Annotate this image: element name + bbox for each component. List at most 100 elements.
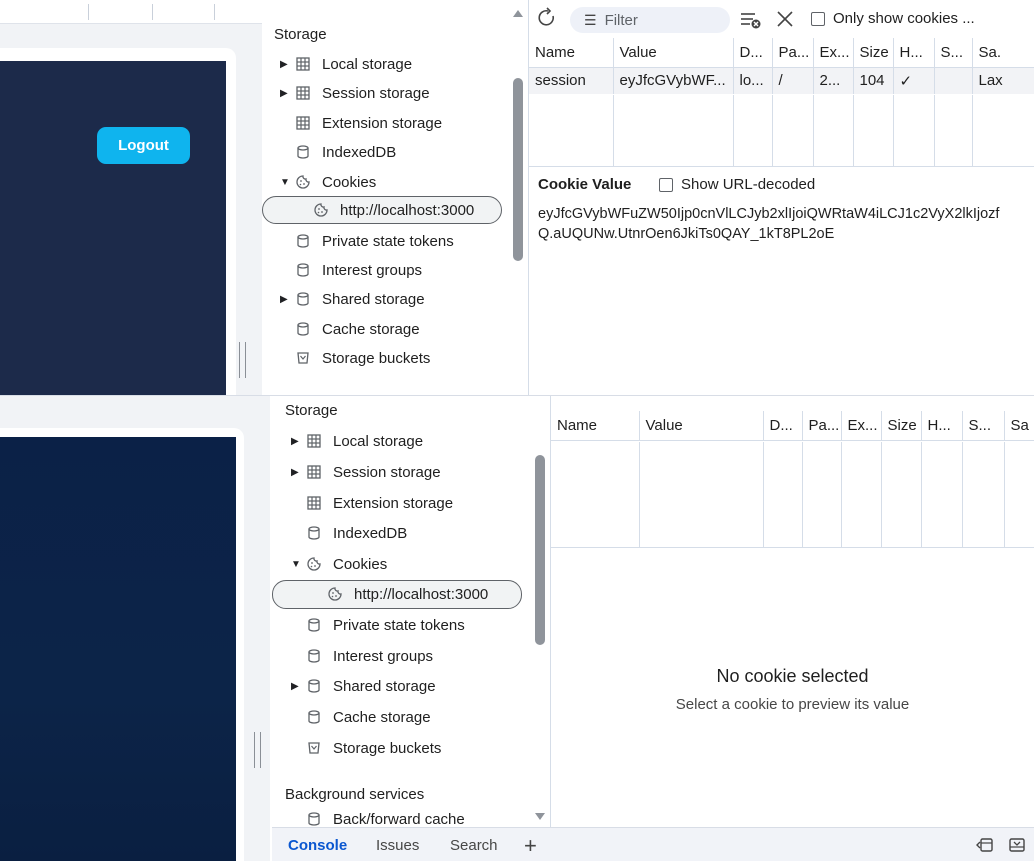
column-header-size[interactable]: Size <box>881 411 922 441</box>
sidebar-item-label: Extension storage <box>333 494 454 512</box>
sidebar-scrollbar[interactable] <box>513 78 523 261</box>
sidebar-item-cookies[interactable]: ▼ Cookies <box>291 551 387 577</box>
sidebar-item-private-state-tokens[interactable]: Private state tokens <box>296 228 454 254</box>
table-row[interactable]: session eyJfcGVybWF... lo... / 2... 104 … <box>529 67 1034 94</box>
database-icon <box>307 678 327 694</box>
sidebar-item-private-state-tokens[interactable]: Private state tokens <box>307 612 465 638</box>
sidebar-item-interest-groups[interactable]: Interest groups <box>296 257 422 283</box>
sidebar-item-shared-storage[interactable]: ▶ Shared storage <box>280 286 425 312</box>
devtools-panel-top: Logout Storage ▶ Local storage ▶ Session… <box>0 0 1034 395</box>
collapse-triangle-icon[interactable]: ▼ <box>280 177 296 188</box>
cell-value: eyJfcGVybWF... <box>613 67 734 94</box>
column-header-value[interactable]: Value <box>639 411 764 441</box>
column-header-httponly[interactable]: H... <box>921 411 963 441</box>
sidebar-item-storage-buckets[interactable]: Storage buckets <box>296 345 430 371</box>
column-header-size[interactable]: Size <box>853 38 894 68</box>
column-header-secure[interactable]: S... <box>962 411 1005 441</box>
sidebar-item-label: Private state tokens <box>322 232 454 250</box>
tab-console[interactable]: Console <box>288 828 347 861</box>
tab-issues[interactable]: Issues <box>376 828 419 861</box>
expand-triangle-icon[interactable]: ▶ <box>280 88 296 99</box>
filter-input[interactable]: ☰ Filter <box>570 7 730 33</box>
checkbox-icon[interactable] <box>811 11 825 26</box>
delete-selected-icon[interactable] <box>776 10 794 28</box>
table-header-row: Name Value D... Pa... Ex... Size H... S.… <box>529 38 1034 68</box>
sidebar-item-shared-storage[interactable]: ▶ Shared storage <box>291 673 436 699</box>
sidebar-item-localhost-cookies[interactable]: http://localhost:3000 <box>328 581 488 607</box>
checkbox-icon[interactable] <box>659 177 673 192</box>
logout-button[interactable]: Logout <box>97 127 190 164</box>
only-show-issues-checkbox[interactable]: Only show cookies ... <box>811 10 975 27</box>
cookie-value-text: eyJfcGVybWFuZW50Ijp0cnVlLCJyb2xlIjoiQWRt… <box>538 206 1000 242</box>
show-url-decoded-label: Show URL-decoded <box>681 176 816 193</box>
filter-icon: ☰ <box>584 11 597 28</box>
sidebar-item-label: Interest groups <box>322 261 423 279</box>
sidebar-item-label: http://localhost:3000 <box>340 201 475 219</box>
table-empty-area <box>529 95 1034 167</box>
column-header-samesite[interactable]: Sa. <box>972 38 1034 68</box>
sidebar-item-local-storage[interactable]: ▶ Local storage <box>280 51 412 77</box>
column-header-name[interactable]: Name <box>529 38 614 68</box>
grid-icon <box>307 495 327 511</box>
column-header-secure[interactable]: S... <box>934 38 973 68</box>
column-header-httponly[interactable]: H... <box>893 38 935 68</box>
sidebar-item-label: Session storage <box>322 84 430 102</box>
sidebar-item-indexeddb[interactable]: IndexedDB <box>296 139 396 165</box>
sidebar-item-session-storage[interactable]: ▶ Session storage <box>291 459 441 485</box>
sidebar-item-cookies[interactable]: ▼ Cookies <box>280 169 376 195</box>
database-icon <box>307 617 327 633</box>
add-tab-plus-icon[interactable]: + <box>524 828 537 861</box>
column-header-domain[interactable]: D... <box>733 38 773 68</box>
sidebar-item-local-storage[interactable]: ▶ Local storage <box>291 428 423 454</box>
sidebar-item-localhost-cookies[interactable]: http://localhost:3000 <box>314 197 474 223</box>
clear-all-cookies-icon[interactable] <box>740 10 762 30</box>
sidebar-item-label: Cache storage <box>322 320 420 338</box>
panel-resize-handle[interactable] <box>239 342 246 378</box>
column-header-expires[interactable]: Ex... <box>813 38 854 68</box>
scroll-up-arrow-icon[interactable] <box>513 10 523 17</box>
table-header-row: Name Value D... Pa... Ex... Size H... S.… <box>551 411 1034 441</box>
column-header-path[interactable]: Pa... <box>772 38 814 68</box>
cell-size: 104 <box>853 67 894 94</box>
page-tabstrip <box>0 0 262 24</box>
expand-triangle-icon[interactable]: ▶ <box>291 681 307 692</box>
only-show-label: Only show cookies ... <box>833 10 975 27</box>
grid-icon <box>307 433 327 449</box>
panel-resize-handle[interactable] <box>254 732 261 768</box>
sidebar-item-cache-storage[interactable]: Cache storage <box>307 704 431 730</box>
expand-triangle-icon[interactable]: ▶ <box>280 59 296 70</box>
sidebar-item-label: Extension storage <box>322 114 443 132</box>
sidebar-item-label: Shared storage <box>333 677 436 695</box>
show-url-decoded-checkbox[interactable]: Show URL-decoded <box>659 176 815 193</box>
database-icon <box>307 525 327 541</box>
expand-triangle-icon[interactable]: ▶ <box>291 467 307 478</box>
column-header-path[interactable]: Pa... <box>802 411 842 441</box>
sidebar-item-session-storage[interactable]: ▶ Session storage <box>280 80 430 106</box>
cookie-table: Name Value D... Pa... Ex... Size H... S.… <box>551 411 1034 441</box>
sidebar-item-extension-storage[interactable]: Extension storage <box>296 110 442 136</box>
column-header-domain[interactable]: D... <box>763 411 803 441</box>
sidebar-item-indexeddb[interactable]: IndexedDB <box>307 520 407 546</box>
column-header-name[interactable]: Name <box>551 411 640 441</box>
page-body-navy <box>0 437 236 861</box>
sidebar-item-back-forward-cache[interactable]: Back/forward cache <box>307 811 465 827</box>
scroll-down-arrow-icon[interactable] <box>535 813 545 820</box>
bucket-icon <box>307 740 327 756</box>
refresh-icon[interactable] <box>536 7 558 29</box>
filter-placeholder: Filter <box>604 11 638 29</box>
expand-triangle-icon[interactable]: ▶ <box>291 436 307 447</box>
sidebar-item-cache-storage[interactable]: Cache storage <box>296 316 420 342</box>
sidebar-item-storage-buckets[interactable]: Storage buckets <box>307 735 441 761</box>
tab-search[interactable]: Search <box>450 828 498 861</box>
column-header-expires[interactable]: Ex... <box>841 411 882 441</box>
expand-triangle-icon[interactable]: ▶ <box>280 294 296 305</box>
column-header-value[interactable]: Value <box>613 38 734 68</box>
sidebar-item-interest-groups[interactable]: Interest groups <box>307 643 433 669</box>
sidebar-item-extension-storage[interactable]: Extension storage <box>307 490 453 516</box>
background-services-label: Background services <box>285 786 425 803</box>
dock-side-icon[interactable] <box>976 836 994 854</box>
column-header-samesite[interactable]: Sa <box>1004 411 1034 441</box>
drawer-toggle-icon[interactable] <box>1008 836 1026 854</box>
sidebar-scrollbar[interactable] <box>535 455 545 645</box>
collapse-triangle-icon[interactable]: ▼ <box>291 559 307 570</box>
